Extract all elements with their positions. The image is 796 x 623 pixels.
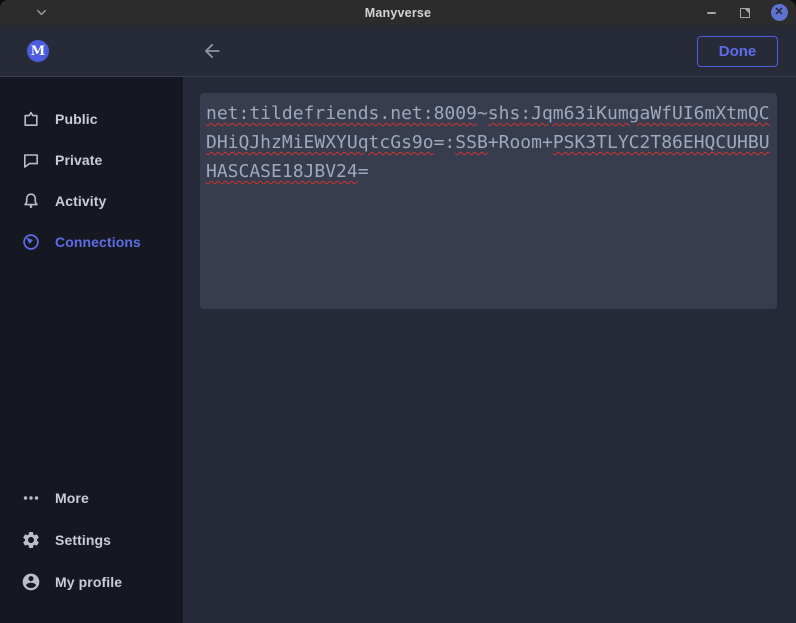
minimize-button[interactable]: [702, 4, 720, 22]
public-icon: [21, 109, 41, 129]
sidebar-item-label: Public: [55, 111, 98, 127]
sidebar-item-my-profile[interactable]: My profile: [0, 561, 183, 603]
sidebar-item-activity[interactable]: Activity: [0, 180, 183, 221]
sidebar-footer-group: More Settings My profile: [0, 477, 183, 603]
sidebar-item-label: My profile: [55, 574, 122, 590]
sidebar-item-more[interactable]: More: [0, 477, 183, 519]
activity-bell-icon: [21, 191, 41, 211]
back-arrow-icon[interactable]: [201, 40, 223, 62]
more-ellipsis-icon: [21, 488, 41, 508]
sidebar-item-public[interactable]: Public: [0, 98, 183, 139]
profile-avatar-icon: [21, 572, 41, 592]
sidebar-item-private[interactable]: Private: [0, 139, 183, 180]
minimize-icon: [707, 12, 716, 14]
restore-button[interactable]: [736, 4, 754, 22]
sidebar-item-connections[interactable]: Connections: [0, 221, 183, 262]
invite-token: Room: [499, 132, 542, 153]
sidebar-main-group: Public Private: [0, 98, 183, 262]
private-icon: [21, 150, 41, 170]
sidebar: Public Private: [0, 77, 183, 623]
invite-token: net:tildefriends.net:8009: [206, 103, 477, 124]
window-menu-chevron-down-icon[interactable]: [34, 5, 49, 20]
done-button[interactable]: Done: [697, 36, 778, 67]
header: M Done: [0, 25, 796, 77]
close-icon: ✕: [771, 4, 788, 21]
manyverse-logo: M: [27, 40, 49, 62]
window-title: Manyverse: [0, 6, 796, 20]
sidebar-item-label: Settings: [55, 532, 111, 548]
window-controls: ✕: [702, 0, 788, 25]
sidebar-item-label: More: [55, 490, 89, 506]
settings-gear-icon: [21, 530, 41, 550]
connections-dial-icon: [21, 232, 41, 252]
close-button[interactable]: ✕: [770, 4, 788, 22]
invite-token: =:: [434, 132, 456, 153]
manyverse-window: Manyverse ✕ M Done: [0, 0, 796, 623]
invite-code-input[interactable]: net:tildefriends.net:8009~shs:Jqm63iKumg…: [200, 93, 777, 309]
invite-token: +: [542, 132, 553, 153]
sidebar-item-label: Private: [55, 152, 102, 168]
invite-token: =: [358, 161, 369, 182]
invite-token: +: [488, 132, 499, 153]
sidebar-item-label: Connections: [55, 234, 141, 250]
sidebar-item-label: Activity: [55, 193, 106, 209]
titlebar: Manyverse ✕: [0, 0, 796, 25]
restore-icon: [740, 8, 750, 18]
app-surface: M Done Public: [0, 25, 796, 623]
invite-token: ~: [477, 103, 488, 124]
invite-token: SSB: [455, 132, 488, 153]
sidebar-item-settings[interactable]: Settings: [0, 519, 183, 561]
main-content: net:tildefriends.net:8009~shs:Jqm63iKumg…: [183, 77, 796, 623]
